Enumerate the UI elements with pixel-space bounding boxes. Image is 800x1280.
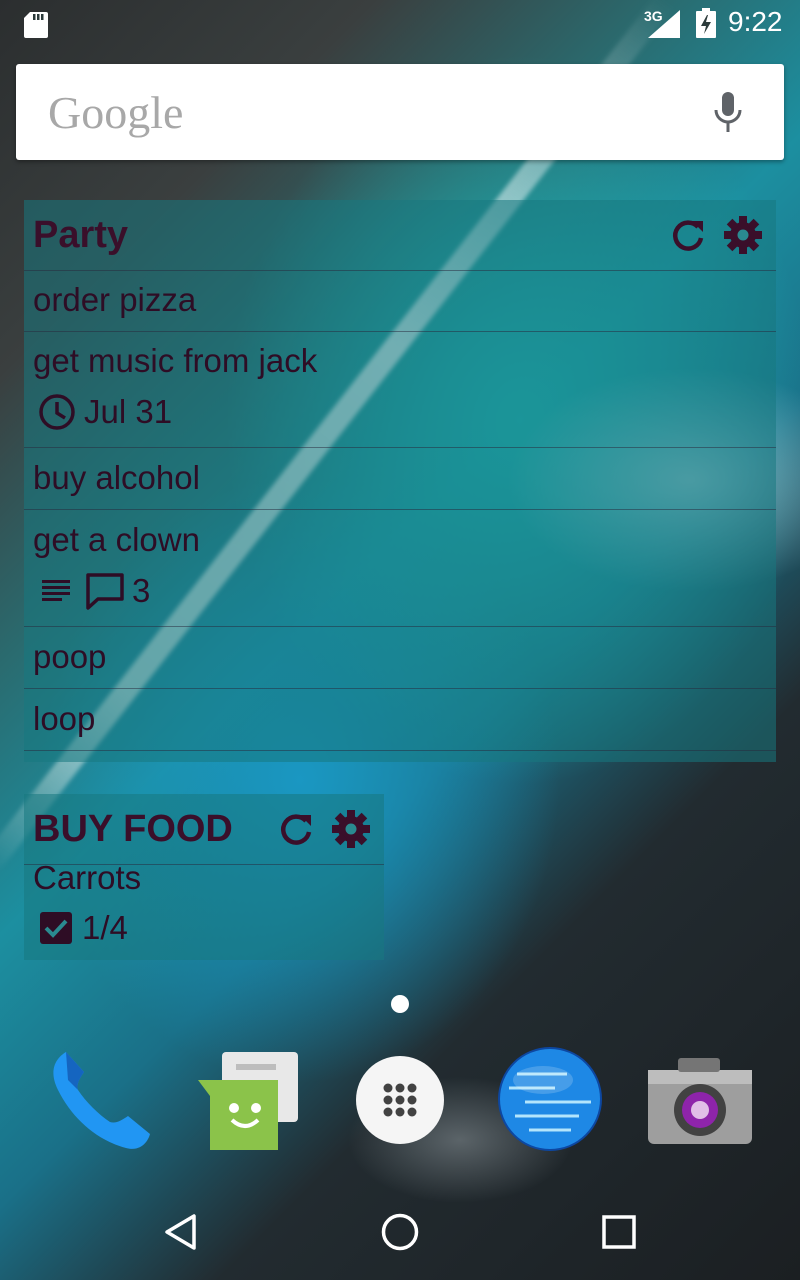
todo-list-widget: Party order pizza get music from jack Ju… (24, 200, 776, 762)
clock-icon (39, 394, 75, 430)
recents-icon[interactable] (601, 1214, 637, 1250)
page-indicator-dot (391, 995, 409, 1013)
item-text: buy alcohol (33, 459, 200, 496)
phone-icon[interactable] (44, 1044, 154, 1154)
list-item[interactable]: loop (24, 689, 776, 751)
signal-icon (648, 10, 680, 38)
refresh-icon[interactable] (276, 809, 316, 849)
sd-card-icon (24, 12, 48, 38)
list-item[interactable]: buy alcohol (24, 448, 776, 510)
refresh-icon[interactable] (668, 215, 708, 255)
widget-header: BUY FOOD (24, 794, 384, 865)
list-title[interactable]: Party (33, 214, 128, 257)
list-title[interactable]: BUY FOOD (33, 808, 233, 851)
list-item[interactable]: poop (24, 627, 776, 689)
google-logo: Google (48, 87, 184, 138)
item-text: order pizza (33, 281, 197, 318)
list-item[interactable]: Carrots 1/4 (24, 859, 384, 960)
google-search-bar[interactable]: Google (16, 64, 784, 160)
back-icon[interactable] (162, 1212, 200, 1252)
camera-icon[interactable] (644, 1048, 754, 1158)
item-due-date: Jul 31 (38, 392, 172, 432)
list-item[interactable]: order pizza (24, 271, 776, 332)
status-clock: 9:22 (728, 6, 783, 37)
subtask-progress: 1/4 (82, 909, 128, 946)
item-text: Carrots (33, 859, 142, 896)
due-date-text: Jul 31 (84, 393, 173, 430)
item-text: poop (33, 638, 107, 675)
browser-globe-icon[interactable] (495, 1044, 605, 1154)
comment-icon (86, 573, 124, 610)
item-text: loop (33, 700, 96, 737)
item-text: get music from jack (33, 342, 318, 379)
todo-list-widget: BUY FOOD Carrots 1/4 (24, 794, 384, 960)
gear-icon[interactable] (331, 809, 371, 849)
status-bar: 3G 9:22 (0, 0, 800, 48)
mic-icon[interactable] (712, 90, 744, 134)
battery-charging-icon (696, 8, 716, 38)
notes-icon (42, 580, 70, 601)
item-subtasks: 1/4 (38, 908, 128, 948)
gear-icon[interactable] (723, 215, 763, 255)
comment-count: 3 (132, 572, 151, 609)
list-item[interactable]: get music from jack Jul 31 (24, 332, 776, 448)
widget-header: Party (24, 200, 776, 271)
item-meta: 3 (38, 571, 150, 611)
home-icon[interactable] (380, 1212, 420, 1252)
messenger-icon[interactable] (196, 1046, 306, 1156)
list-item[interactable]: get a clown 3 (24, 510, 776, 627)
app-drawer-icon[interactable] (345, 1045, 455, 1155)
item-text: get a clown (33, 521, 200, 558)
checkbox-icon (40, 912, 72, 944)
